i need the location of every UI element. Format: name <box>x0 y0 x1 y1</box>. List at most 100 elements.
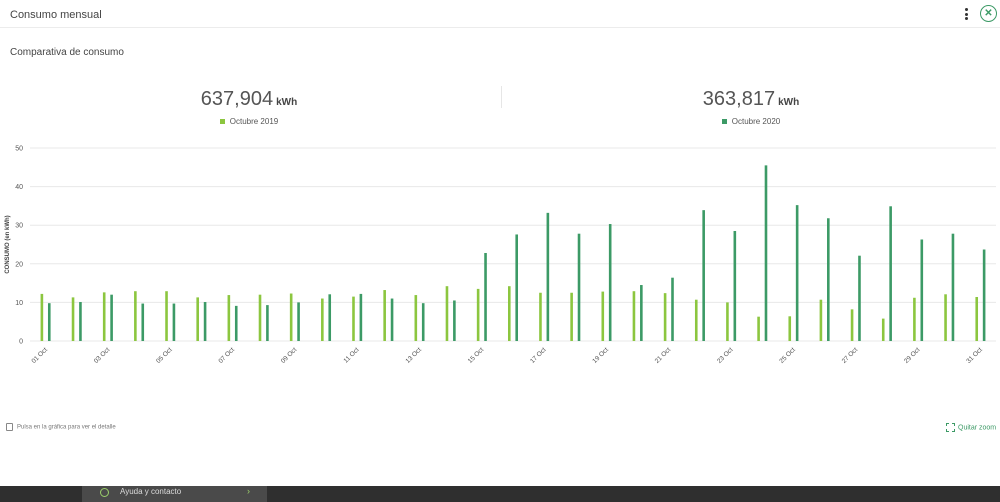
chart-subtitle: Comparativa de consumo <box>10 47 124 58</box>
bar-2020[interactable] <box>764 165 768 341</box>
bar-2019[interactable] <box>40 293 44 341</box>
x-tick-label: 13 Oct <box>404 346 423 365</box>
chart-hint: Pulsa en la gráfica para ver el detalle <box>6 423 116 431</box>
bar-2020[interactable] <box>297 302 300 341</box>
bar-2019[interactable] <box>165 291 168 341</box>
bar-2019[interactable] <box>414 295 418 341</box>
x-tick-label: 25 Oct <box>778 346 797 365</box>
bar-2019[interactable] <box>508 286 511 341</box>
bar-2020[interactable] <box>453 300 456 341</box>
bar-2019[interactable] <box>321 298 324 341</box>
bar-2019[interactable] <box>289 293 293 341</box>
help-icon <box>100 488 109 497</box>
bar-2019[interactable] <box>196 297 199 341</box>
bar-2020[interactable] <box>733 230 737 341</box>
legend-item-2019: Octubre 2019 <box>99 117 399 126</box>
bar-2019[interactable] <box>881 318 885 341</box>
x-tick-label: 03 Oct <box>93 346 112 365</box>
bar-2019[interactable] <box>445 286 449 341</box>
bar-2019[interactable] <box>694 299 698 341</box>
bar-2020[interactable] <box>234 305 238 341</box>
bar-2020[interactable] <box>515 234 518 341</box>
bar-2020[interactable] <box>827 218 830 341</box>
bar-2019[interactable] <box>975 296 979 341</box>
bar-2019[interactable] <box>913 297 916 341</box>
bar-2020[interactable] <box>982 249 986 341</box>
chevron-right-icon: › <box>247 486 250 496</box>
bar-2020[interactable] <box>608 224 612 341</box>
bottom-navigation: Ayuda y contacto › <box>0 486 1000 502</box>
bar-2020[interactable] <box>577 233 581 341</box>
bar-2020[interactable] <box>702 210 705 341</box>
summary-2019: 637,904 kWh Octubre 2019 <box>99 88 399 126</box>
bar-2019[interactable] <box>71 297 75 341</box>
summary-unit: kWh <box>276 97 298 108</box>
kebab-menu-icon[interactable] <box>961 8 971 22</box>
bar-2019[interactable] <box>539 292 542 341</box>
bar-2020[interactable] <box>203 302 207 341</box>
bar-2019[interactable] <box>944 294 947 341</box>
bar-2019[interactable] <box>663 293 667 341</box>
dialog-title: Consumo mensual <box>10 9 102 21</box>
bar-2020[interactable] <box>266 305 269 341</box>
x-tick-label: 27 Oct <box>841 346 860 365</box>
bar-2019[interactable] <box>819 299 823 341</box>
help-contact-item[interactable]: Ayuda y contacto › <box>82 486 267 502</box>
summary-value: 637,904 <box>200 88 274 110</box>
bar-2019[interactable] <box>632 291 636 341</box>
summary-2020: 363,817 kWh Octubre 2020 <box>601 88 901 126</box>
bar-2020[interactable] <box>390 298 394 341</box>
legend-label: Octubre 2020 <box>731 117 781 126</box>
legend-label: Octubre 2019 <box>229 117 279 126</box>
bar-2019[interactable] <box>788 316 792 341</box>
bar-2020[interactable] <box>172 303 176 341</box>
help-contact-label: Ayuda y contacto <box>120 487 182 496</box>
bar-2019[interactable] <box>850 309 854 341</box>
bar-2019[interactable] <box>601 291 605 341</box>
summary-divider <box>501 86 502 108</box>
bar-2019[interactable] <box>227 295 231 341</box>
bar-2019[interactable] <box>134 291 137 341</box>
bar-2020[interactable] <box>671 277 674 341</box>
summary-unit: kWh <box>778 97 800 108</box>
bar-2020[interactable] <box>328 294 332 341</box>
bar-2020[interactable] <box>484 252 487 341</box>
x-tick-label: 09 Oct <box>280 346 299 365</box>
bar-2020[interactable] <box>110 294 113 341</box>
bar-2019[interactable] <box>726 302 729 341</box>
consumption-bar-chart[interactable]: 0 10 20 30 40 50 CONSUMO (en kWh) 01 Oct 03 Oct 0… <box>0 135 1000 375</box>
bar-2020[interactable] <box>951 233 955 341</box>
bar-2020[interactable] <box>141 303 145 341</box>
y-tick-label: 50 <box>15 146 23 153</box>
bar-2020[interactable] <box>640 285 643 341</box>
x-tick-label: 11 Oct <box>342 346 360 364</box>
x-tick-label: 17 Oct <box>529 346 548 365</box>
bar-2020[interactable] <box>795 205 799 341</box>
bar-2019[interactable] <box>757 316 760 341</box>
bar-2020[interactable] <box>421 303 425 341</box>
bar-2020[interactable] <box>889 206 892 341</box>
close-button[interactable]: ✕ <box>980 5 997 22</box>
bar-2019[interactable] <box>383 290 386 341</box>
zoom-out-icon <box>946 423 955 432</box>
bar-2019[interactable] <box>476 288 480 341</box>
bar-2019[interactable] <box>352 296 355 341</box>
bar-2020[interactable] <box>546 212 550 341</box>
x-tick-label: 15 Oct <box>467 346 486 365</box>
bar-2020[interactable] <box>79 302 82 341</box>
bar-2019[interactable] <box>258 294 262 341</box>
bar-2020[interactable] <box>858 255 861 341</box>
bar-2020[interactable] <box>920 239 924 341</box>
x-tick-label: 21 Oct <box>654 346 673 365</box>
summary-value: 363,817 <box>702 88 776 110</box>
bar-2019[interactable] <box>570 292 573 341</box>
chart-hint-text: Pulsa en la gráfica para ver el detalle <box>17 424 116 431</box>
reset-zoom-button[interactable]: Quitar zoom <box>946 423 996 432</box>
y-axis-label: CONSUMO (en kWh) <box>5 215 11 273</box>
bar-2020[interactable] <box>47 303 51 341</box>
bar-2019[interactable] <box>102 292 106 341</box>
dialog-header: Consumo mensual ✕ <box>0 0 1000 28</box>
bar-2020[interactable] <box>359 293 363 341</box>
legend-swatch <box>219 119 225 125</box>
y-tick-label: 20 <box>15 261 23 268</box>
